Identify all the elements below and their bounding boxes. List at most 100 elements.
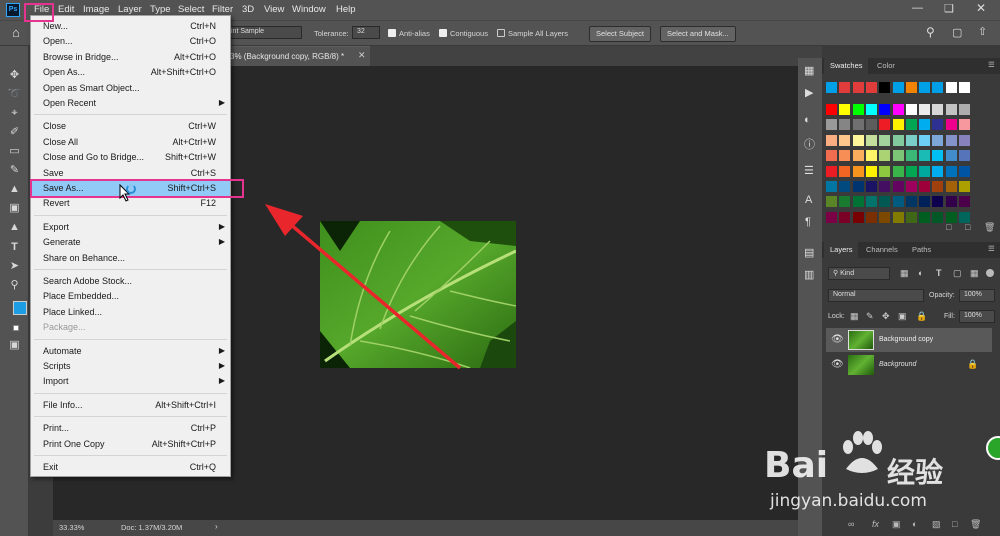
- swatch[interactable]: [919, 104, 931, 115]
- swatch[interactable]: [826, 119, 837, 131]
- layer-name[interactable]: Background: [879, 361, 916, 368]
- menu-select[interactable]: Select: [178, 4, 204, 15]
- swatch[interactable]: [879, 134, 891, 146]
- swatch[interactable]: [865, 119, 877, 131]
- swatch[interactable]: [839, 196, 851, 208]
- lock-all-icon[interactable]: 🔒: [916, 311, 927, 322]
- menu-item-open-recent[interactable]: Open Recent ▶: [31, 96, 230, 111]
- menu-item-export[interactable]: Export ▶: [31, 220, 230, 235]
- swatch[interactable]: [905, 134, 917, 146]
- swatch[interactable]: [959, 134, 970, 146]
- swatch[interactable]: [905, 181, 917, 192]
- swatch[interactable]: [919, 196, 931, 208]
- menu-item-new[interactable]: New... Ctrl+N: [31, 19, 230, 34]
- filter-smart-object-icon[interactable]: ▦: [970, 268, 979, 279]
- antialias-checkbox[interactable]: [388, 29, 396, 37]
- swatch[interactable]: [852, 104, 864, 115]
- menu-item-close[interactable]: Close Ctrl+W: [31, 119, 230, 134]
- photoshop-logo[interactable]: Ps: [6, 3, 20, 17]
- swatch[interactable]: [839, 150, 851, 162]
- info-icon[interactable]: ⓘ: [804, 136, 815, 152]
- menu-help[interactable]: Help: [336, 4, 356, 15]
- swatch[interactable]: [905, 165, 917, 177]
- layers-menu-icon[interactable]: ☰: [988, 244, 995, 253]
- swatch[interactable]: [959, 119, 970, 131]
- lock-pixels-icon[interactable]: ✎: [866, 311, 874, 322]
- lock-position-icon[interactable]: ✥: [882, 311, 890, 322]
- menu-filter[interactable]: Filter: [212, 4, 233, 15]
- swatch[interactable]: [945, 211, 957, 223]
- fill-input[interactable]: 100%: [959, 310, 995, 323]
- visibility-eye-icon[interactable]: 👁: [831, 334, 844, 345]
- select-subject-button[interactable]: Select Subject: [589, 26, 651, 42]
- swatch[interactable]: [826, 82, 837, 93]
- layer-row-background-copy[interactable]: 👁 Background copy: [826, 328, 992, 352]
- history-icon[interactable]: ▦: [804, 64, 814, 77]
- delete-layer-icon[interactable]: 🗑: [970, 519, 981, 530]
- swatch[interactable]: [826, 181, 837, 192]
- swatch[interactable]: [865, 165, 877, 177]
- libraries-alt-icon[interactable]: ▥: [804, 268, 814, 281]
- lasso-tool-icon[interactable]: ➰: [7, 87, 22, 102]
- swatch[interactable]: [879, 181, 891, 192]
- fx-icon[interactable]: fx: [872, 519, 879, 529]
- tab-paths[interactable]: Paths: [912, 245, 931, 254]
- swatch[interactable]: [879, 82, 891, 93]
- menu-item-close-all[interactable]: Close All Alt+Ctrl+W: [31, 135, 230, 150]
- layer-mask-icon[interactable]: ▣: [892, 519, 901, 530]
- swatch[interactable]: [932, 211, 944, 223]
- paragraph-icon[interactable]: ¶: [805, 216, 811, 228]
- swatch[interactable]: [879, 165, 891, 177]
- healing-brush-tool-icon[interactable]: ▭: [7, 144, 22, 159]
- sample-size-dropdown[interactable]: int Sample: [226, 26, 302, 39]
- brush-tool-icon[interactable]: ✎: [7, 163, 22, 178]
- menu-item-open[interactable]: Open... Ctrl+O: [31, 34, 230, 49]
- swatch[interactable]: [905, 211, 917, 223]
- filter-adjustment-icon[interactable]: ◐: [918, 268, 923, 278]
- swatch[interactable]: [945, 196, 957, 208]
- swatch[interactable]: [879, 150, 891, 162]
- path-selection-tool-icon[interactable]: ➤: [7, 259, 22, 274]
- swatch[interactable]: [945, 150, 957, 162]
- select-and-mask-button[interactable]: Select and Mask...: [660, 26, 736, 42]
- actions-play-icon[interactable]: ▶: [805, 86, 813, 99]
- swatch[interactable]: [879, 119, 891, 131]
- swatch[interactable]: [826, 104, 837, 115]
- menu-item-print-one-copy[interactable]: Print One Copy Alt+Shift+Ctrl+P: [31, 437, 230, 452]
- share-icon[interactable]: ⇧: [978, 25, 987, 38]
- swatch[interactable]: [852, 134, 864, 146]
- swatch[interactable]: [865, 181, 877, 192]
- close-icon[interactable]: ✕: [976, 1, 986, 15]
- swatch[interactable]: [945, 82, 957, 93]
- swatch[interactable]: [932, 150, 944, 162]
- menu-item-place-embedded[interactable]: Place Embedded...: [31, 289, 230, 304]
- swatch[interactable]: [826, 134, 837, 146]
- menu-item-open-as[interactable]: Open As... Alt+Shift+Ctrl+O: [31, 65, 230, 80]
- opacity-input[interactable]: 100%: [959, 289, 995, 302]
- swatch[interactable]: [892, 119, 904, 131]
- swatch[interactable]: [852, 211, 864, 223]
- properties-icon[interactable]: ☰: [804, 164, 814, 177]
- filter-toggle[interactable]: [986, 269, 994, 277]
- lock-transparent-icon[interactable]: ▦: [850, 311, 859, 322]
- swatch[interactable]: [945, 165, 957, 177]
- tab-channels[interactable]: Channels: [866, 245, 898, 254]
- eraser-tool-icon[interactable]: ▣: [7, 201, 22, 216]
- swatch[interactable]: [839, 82, 851, 93]
- swatch[interactable]: [959, 150, 970, 162]
- eyedropper-tool-icon[interactable]: ✐: [7, 125, 22, 140]
- swatch[interactable]: [919, 211, 931, 223]
- swatch[interactable]: [959, 211, 970, 223]
- menu-edit[interactable]: Edit: [58, 4, 74, 15]
- blend-mode-dropdown[interactable]: Normal: [828, 289, 924, 302]
- swatch[interactable]: [865, 104, 877, 115]
- swatch[interactable]: [839, 119, 851, 131]
- swatch[interactable]: [945, 119, 957, 131]
- swatch[interactable]: [852, 165, 864, 177]
- layer-row-background[interactable]: 👁 Background 🔒: [826, 353, 992, 377]
- menu-item-close-and-go-to-bridge[interactable]: Close and Go to Bridge... Shift+Ctrl+W: [31, 150, 230, 165]
- swatch-delete-icon[interactable]: 🗑: [984, 222, 995, 233]
- link-layers-icon[interactable]: ∞: [848, 519, 854, 529]
- swatch[interactable]: [959, 181, 970, 192]
- lock-artboard-icon[interactable]: ▣: [898, 311, 907, 322]
